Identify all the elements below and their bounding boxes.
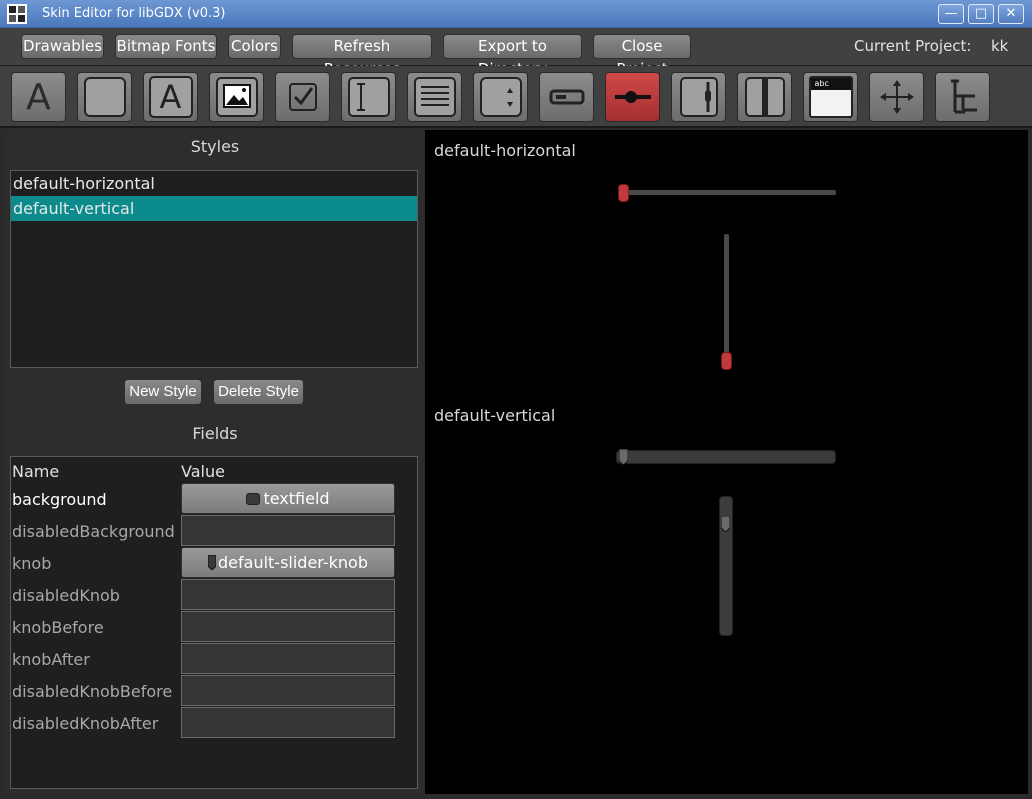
fields-table: Name Value background textfield disabled… xyxy=(10,456,418,789)
field-name: disabledKnobBefore xyxy=(12,682,173,701)
close-project-button[interactable]: Close Project xyxy=(593,34,691,78)
refresh-resources-button[interactable]: Refresh Resources xyxy=(292,34,432,78)
field-value-button[interactable] xyxy=(181,579,395,610)
tool-scroll-pane[interactable] xyxy=(671,72,726,122)
vertical-slider-knob[interactable] xyxy=(721,352,732,370)
style-item[interactable]: default-horizontal xyxy=(11,171,417,196)
field-row-knobAfter: knobAfter xyxy=(11,643,417,675)
progress-bar-icon xyxy=(549,89,584,105)
preview-label-horizontal: default-horizontal xyxy=(434,141,576,160)
widget-toolbar: A A abc xyxy=(0,66,1032,128)
button-icon xyxy=(83,77,126,117)
tool-touchpad[interactable] xyxy=(869,72,924,122)
slider-icon xyxy=(614,91,651,103)
current-project-label: Current Project: xyxy=(854,37,972,55)
drawable-swatch-icon xyxy=(246,492,261,505)
field-value-button[interactable]: default-slider-knob xyxy=(181,547,395,578)
tool-window[interactable]: abc xyxy=(803,72,858,122)
tool-text-button[interactable]: A xyxy=(143,72,198,122)
field-name: knobBefore xyxy=(12,618,104,637)
tool-textfield[interactable] xyxy=(341,72,396,122)
field-name: knob xyxy=(12,554,52,573)
list-icon xyxy=(413,77,456,117)
field-row-disabledKnobBefore: disabledKnobBefore xyxy=(11,675,417,707)
horizontal-slider-knob[interactable] xyxy=(618,184,629,202)
field-row-disabledKnobAfter: disabledKnobAfter xyxy=(11,707,417,739)
field-value-button[interactable] xyxy=(181,611,395,642)
style-panel: Styles default-horizontal default-vertic… xyxy=(5,130,425,794)
field-row-knobBefore: knobBefore xyxy=(11,611,417,643)
split-pane-icon xyxy=(744,77,785,117)
window-icon: abc xyxy=(808,76,853,118)
checkbox-icon xyxy=(288,83,317,111)
field-name: background xyxy=(12,490,107,509)
tool-slider[interactable] xyxy=(605,72,660,122)
field-value-button[interactable] xyxy=(181,515,395,546)
field-value-button[interactable] xyxy=(181,675,395,706)
text-button-glyph: A xyxy=(159,78,182,116)
scroll-pane-icon xyxy=(679,77,718,117)
current-project-name: kk xyxy=(991,37,1009,55)
export-to-directory-button[interactable]: Export to Directory xyxy=(443,34,582,78)
textfield-icon xyxy=(347,77,390,117)
bitmap-fonts-button[interactable]: Bitmap Fonts xyxy=(115,34,217,59)
app-logo-icon xyxy=(7,4,27,24)
colors-button[interactable]: Colors xyxy=(228,34,281,59)
field-value-button[interactable] xyxy=(181,643,395,674)
field-row-background: background textfield xyxy=(11,483,417,515)
field-value: default-slider-knob xyxy=(218,553,368,572)
tool-tree[interactable] xyxy=(935,72,990,122)
styles-list[interactable]: default-horizontal default-vertical xyxy=(10,170,418,368)
field-name: disabledBackground xyxy=(12,522,175,541)
value-column-header: Value xyxy=(181,462,225,481)
minimize-icon: — xyxy=(944,6,958,21)
field-name: disabledKnobAfter xyxy=(12,714,159,733)
tool-split-pane[interactable] xyxy=(737,72,792,122)
close-icon: ✕ xyxy=(1005,6,1017,21)
close-button[interactable]: ✕ xyxy=(998,4,1024,24)
tool-button[interactable] xyxy=(77,72,132,122)
tool-image-button[interactable] xyxy=(209,72,264,122)
text-button-icon: A xyxy=(148,76,193,118)
touchpad-icon xyxy=(879,80,914,114)
tool-select-box[interactable] xyxy=(473,72,528,122)
tool-label[interactable]: A xyxy=(11,72,66,122)
field-name: knobAfter xyxy=(12,650,90,669)
field-row-disabledBackground: disabledBackground xyxy=(11,515,417,547)
tool-list[interactable] xyxy=(407,72,462,122)
vertical-slider-track[interactable] xyxy=(724,234,729,362)
image-button-icon xyxy=(215,77,258,117)
tree-icon xyxy=(950,79,977,114)
field-row-knob: knob default-slider-knob xyxy=(11,547,417,579)
horizontal-slider-knob-icon[interactable] xyxy=(619,449,628,465)
window-icon-titlebar: abc xyxy=(810,78,851,90)
delete-style-button[interactable]: Delete Style xyxy=(213,379,304,405)
tool-checkbox[interactable] xyxy=(275,72,330,122)
field-name: disabledKnob xyxy=(12,586,120,605)
styles-heading: Styles xyxy=(190,137,240,156)
new-style-button[interactable]: New Style xyxy=(124,379,202,405)
style-item-selected[interactable]: default-vertical xyxy=(11,196,417,221)
preview-label-vertical: default-vertical xyxy=(434,406,556,425)
label-icon: A xyxy=(26,76,51,118)
maximize-button[interactable]: □ xyxy=(968,4,994,24)
textfield-horizontal-slider-track[interactable] xyxy=(616,450,836,464)
drawables-button[interactable]: Drawables xyxy=(21,34,104,59)
title-bar: Skin Editor for libGDX (v0.3) — □ ✕ xyxy=(0,0,1032,28)
minimize-button[interactable]: — xyxy=(938,4,964,24)
window-title: Skin Editor for libGDX (v0.3) xyxy=(42,6,226,21)
vertical-slider-knob-icon[interactable] xyxy=(721,516,730,532)
name-column-header: Name xyxy=(12,462,60,481)
fields-heading: Fields xyxy=(192,424,238,443)
preview-pane: default-horizontal default-vertical xyxy=(425,130,1028,794)
slider-knob-swatch-icon xyxy=(208,555,216,570)
field-value: textfield xyxy=(263,489,330,508)
horizontal-slider-track[interactable] xyxy=(620,190,836,195)
select-box-icon xyxy=(479,77,522,117)
tool-progress-bar[interactable] xyxy=(539,72,594,122)
maximize-icon: □ xyxy=(974,6,988,21)
field-row-disabledKnob: disabledKnob xyxy=(11,579,417,611)
field-value-button[interactable]: textfield xyxy=(181,483,395,514)
field-value-button[interactable] xyxy=(181,707,395,738)
